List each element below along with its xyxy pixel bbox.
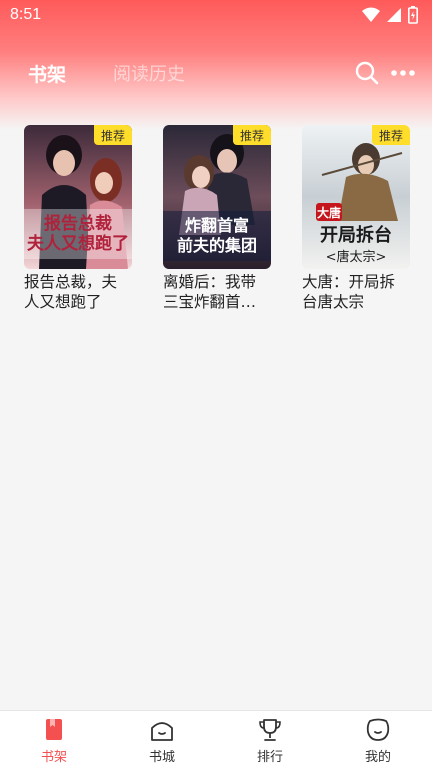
search-button[interactable] [354, 60, 380, 86]
top-bar: 书架 阅读历史 [0, 52, 432, 92]
nav-label: 书城 [148, 750, 175, 765]
status-icons [362, 6, 418, 24]
svg-text:报告总裁: 报告总裁 [44, 213, 112, 234]
bookstore-icon [151, 722, 173, 741]
more-icon [391, 70, 415, 76]
wifi-icon [362, 7, 380, 22]
status-time: 8:51 [10, 6, 42, 23]
book-cover-art: 炸翻首富 前夫的集团 [163, 125, 271, 269]
svg-text:前夫的集团: 前夫的集团 [177, 236, 257, 255]
trophy-icon [259, 719, 281, 741]
battery-icon [408, 6, 418, 24]
book-title: 大唐：开局拆台唐太宗 [302, 273, 396, 311]
book-cover: 大唐 开局拆台 <唐太宗> 推荐 [302, 125, 410, 269]
svg-text:<唐太宗>: <唐太宗> [326, 249, 387, 265]
tab-bookshelf[interactable]: 书架 [28, 60, 66, 87]
recommend-badge: 推荐 [233, 125, 271, 145]
svg-text:大唐: 大唐 [317, 205, 341, 220]
nav-bookstore[interactable]: 书城 [108, 711, 216, 768]
book-cover-art: 报告总裁 夫人又想跑了 [24, 125, 132, 269]
nav-label: 排行 [256, 750, 283, 765]
book-cover: 报告总裁 夫人又想跑了 推荐 [24, 125, 132, 269]
bottom-nav: 书架 书城 排行 我的 [0, 710, 432, 768]
recommend-badge: 推荐 [372, 125, 410, 145]
bookshelf-icon [46, 719, 62, 740]
recommend-badge: 推荐 [94, 125, 132, 145]
svg-text:开局拆台: 开局拆台 [320, 224, 392, 246]
more-button[interactable] [390, 60, 416, 86]
nav-ranking[interactable]: 排行 [216, 711, 324, 768]
profile-icon [366, 718, 390, 741]
nav-profile[interactable]: 我的 [324, 711, 432, 768]
svg-text:炸翻首富: 炸翻首富 [185, 216, 249, 235]
search-icon [355, 61, 379, 85]
nav-label: 我的 [364, 750, 391, 765]
book-title: 报告总裁，夫人又想跑了 [24, 273, 118, 311]
status-bar: 8:51 [0, 0, 432, 30]
book-cover: 炸翻首富 前夫的集团 推荐 [163, 125, 271, 269]
signal-icon [387, 8, 401, 22]
nav-label: 书架 [40, 750, 67, 765]
tab-reading-history[interactable]: 阅读历史 [113, 60, 185, 86]
book-cover-art: 大唐 开局拆台 <唐太宗> [302, 125, 410, 269]
nav-bookshelf[interactable]: 书架 [0, 711, 108, 768]
book-title: 离婚后：我带三宝炸翻首富前夫的集团 [163, 273, 257, 311]
svg-text:夫人又想跑了: 夫人又想跑了 [27, 233, 129, 254]
